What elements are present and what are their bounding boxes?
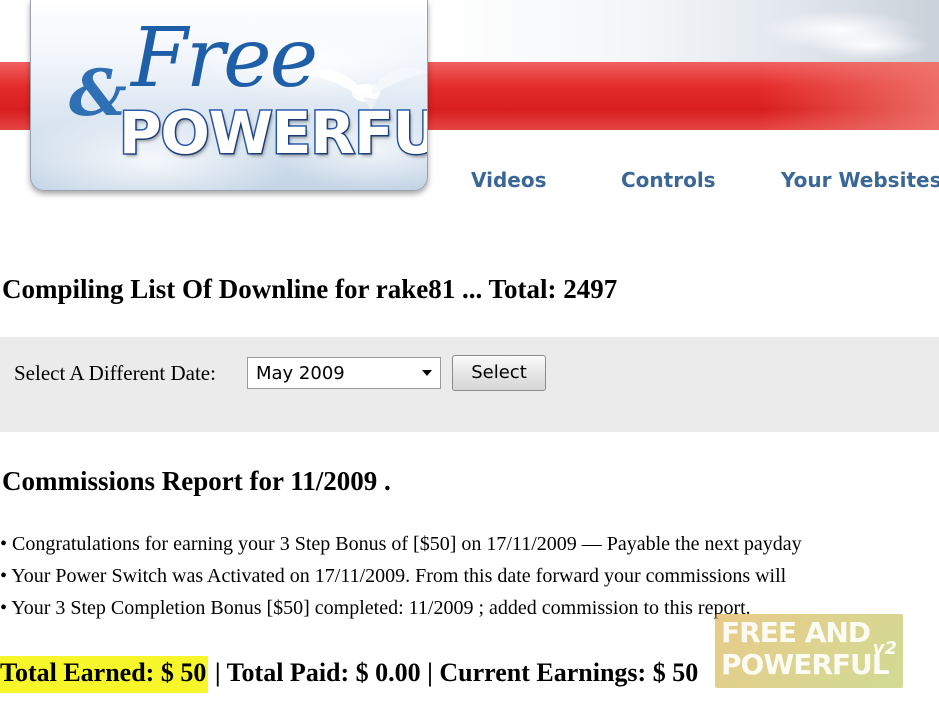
list-item: • Your Power Switch was Activated on 17/… bbox=[0, 565, 787, 587]
logo-word-free: Free bbox=[131, 11, 318, 106]
list-item: • Congratulations for earning your 3 Ste… bbox=[0, 533, 802, 555]
date-select-dropdown[interactable]: May 2009 bbox=[247, 357, 441, 389]
list-item: • Your 3 Step Completion Bonus [$50] com… bbox=[0, 597, 751, 619]
site-logo[interactable]: Free & POWERFUL bbox=[30, 0, 428, 191]
chevron-down-icon bbox=[422, 370, 432, 376]
video-watermark-logo: FREE AND POWERFUL v2 bbox=[715, 614, 903, 688]
nav-item-videos[interactable]: Videos bbox=[471, 168, 547, 192]
watermark-line2: POWERFUL bbox=[721, 648, 890, 681]
watermark-line1: FREE AND bbox=[721, 616, 871, 649]
totals-rest: | Total Paid: $ 0.00 | Current Earnings:… bbox=[208, 658, 699, 687]
page: Free & POWERFUL Videos Controls Your Web… bbox=[0, 0, 939, 720]
select-button[interactable]: Select bbox=[452, 355, 546, 391]
total-earned-highlight: Total Earned: $ 50 bbox=[0, 656, 209, 693]
nav-item-your-websites[interactable]: Your Websites bbox=[781, 168, 939, 192]
date-select-value: May 2009 bbox=[256, 363, 345, 384]
watermark-version: v2 bbox=[872, 638, 897, 659]
date-selector-label: Select A Different Date: bbox=[14, 361, 216, 385]
commissions-heading: Commissions Report for 11/2009 . bbox=[2, 466, 391, 496]
totals-line: Total Earned: $ 50 | Total Paid: $ 0.00 … bbox=[0, 656, 699, 693]
nav-item-controls[interactable]: Controls bbox=[621, 168, 716, 192]
site-header: Free & POWERFUL Videos Controls Your Web… bbox=[0, 0, 939, 230]
logo-word-powerful: POWERFUL bbox=[118, 99, 427, 167]
downline-heading: Compiling List Of Downline for rake81 ..… bbox=[2, 274, 618, 304]
header-sky-banner bbox=[430, 0, 939, 62]
